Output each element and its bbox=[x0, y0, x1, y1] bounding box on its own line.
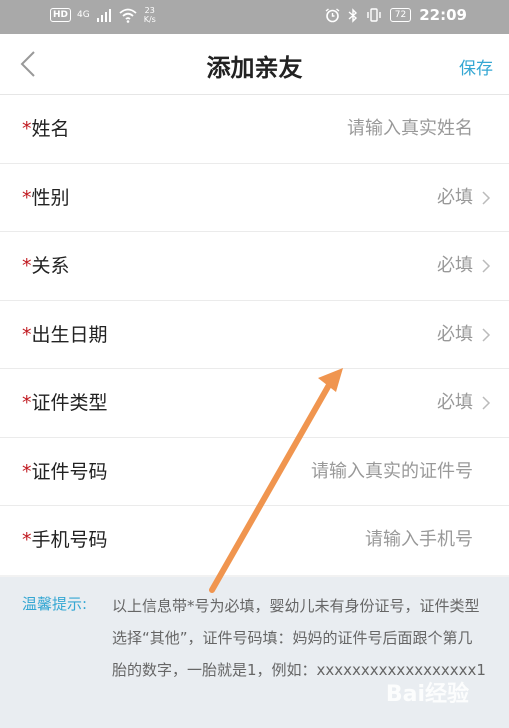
app-header: 添加亲友 保存 bbox=[0, 34, 509, 95]
id-number-field[interactable]: *证件号码 请输入真实的证件号 bbox=[0, 438, 509, 506]
network-type: 4G bbox=[77, 10, 90, 20]
alarm-icon bbox=[325, 7, 340, 22]
field-label: *手机号码 bbox=[22, 506, 108, 574]
speed-unit: K/s bbox=[143, 15, 156, 24]
chevron-right-icon bbox=[482, 396, 491, 410]
field-label-text: 证件号码 bbox=[31, 460, 108, 483]
status-right: 72 22:09 bbox=[325, 6, 467, 24]
field-label-text: 性别 bbox=[31, 186, 70, 209]
field-label: *出生日期 bbox=[22, 301, 108, 369]
field-label-text: 出生日期 bbox=[31, 323, 108, 346]
required-mark: * bbox=[22, 255, 32, 277]
id-type-field[interactable]: *证件类型 必填 bbox=[0, 369, 509, 438]
vibrate-icon bbox=[367, 8, 381, 22]
gender-value[interactable]: 必填 bbox=[437, 164, 473, 232]
relationship-value[interactable]: 必填 bbox=[437, 232, 473, 300]
required-mark: * bbox=[22, 186, 32, 209]
relationship-field[interactable]: *关系 必填 bbox=[0, 232, 509, 301]
field-label-text: 证件类型 bbox=[31, 392, 108, 414]
watermark-logo: Bai经验 bbox=[385, 682, 469, 707]
chevron-right-icon bbox=[482, 327, 491, 342]
network-speed: 23 K/s bbox=[144, 6, 156, 24]
birthdate-field[interactable]: *出生日期 必填 bbox=[0, 301, 509, 369]
phone-field[interactable]: *手机号码 请输入手机号 bbox=[0, 506, 509, 575]
field-label: *证件类型 bbox=[22, 369, 108, 437]
field-label: *性别 bbox=[22, 164, 70, 232]
tip-label: 温馨提示: bbox=[22, 595, 88, 613]
relative-form: *姓名 请输入真实姓名 *性别 必填 *关系 必填 *出生日期 必填 *证件类型… bbox=[0, 95, 509, 575]
hd-badge: HD bbox=[50, 8, 72, 22]
birthdate-value[interactable]: 必填 bbox=[437, 301, 473, 369]
id-type-value[interactable]: 必填 bbox=[437, 369, 473, 437]
name-input[interactable]: 请输入真实姓名 bbox=[347, 95, 473, 163]
signal-icon bbox=[96, 9, 111, 22]
required-mark: * bbox=[22, 323, 32, 346]
required-mark: * bbox=[22, 529, 32, 551]
field-label: *关系 bbox=[22, 232, 70, 300]
required-mark: * bbox=[22, 460, 32, 483]
required-mark: * bbox=[22, 118, 32, 140]
required-mark: * bbox=[22, 392, 32, 414]
phone-input[interactable]: 请输入手机号 bbox=[365, 506, 473, 574]
battery-indicator: 72 bbox=[389, 8, 412, 22]
wifi-icon bbox=[119, 8, 137, 23]
speed-value: 23 bbox=[144, 6, 155, 15]
field-label: *证件号码 bbox=[22, 438, 108, 506]
chevron-right-icon bbox=[482, 190, 491, 205]
tip-text: 以上信息带*号为必填，婴幼儿未有身份证号，证件类型选择“其他”，证件号码填：妈妈… bbox=[112, 597, 486, 679]
chevron-right-icon bbox=[482, 259, 491, 273]
field-label: *姓名 bbox=[22, 95, 70, 163]
save-button[interactable]: 保存 bbox=[459, 54, 493, 79]
name-field[interactable]: *姓名 请输入真实姓名 bbox=[0, 95, 509, 164]
status-time: 22:09 bbox=[419, 6, 467, 24]
field-label-text: 关系 bbox=[31, 255, 70, 277]
status-bar: HD 4G 23 K/s 72 22:09 bbox=[0, 0, 509, 34]
status-left: HD 4G 23 K/s bbox=[50, 6, 156, 24]
field-label-text: 姓名 bbox=[31, 118, 70, 140]
gender-field[interactable]: *性别 必填 bbox=[0, 164, 509, 232]
field-label-text: 手机号码 bbox=[31, 529, 108, 551]
id-number-input[interactable]: 请输入真实的证件号 bbox=[311, 438, 473, 506]
bluetooth-icon bbox=[348, 7, 357, 23]
page-title: 添加亲友 bbox=[206, 54, 303, 82]
